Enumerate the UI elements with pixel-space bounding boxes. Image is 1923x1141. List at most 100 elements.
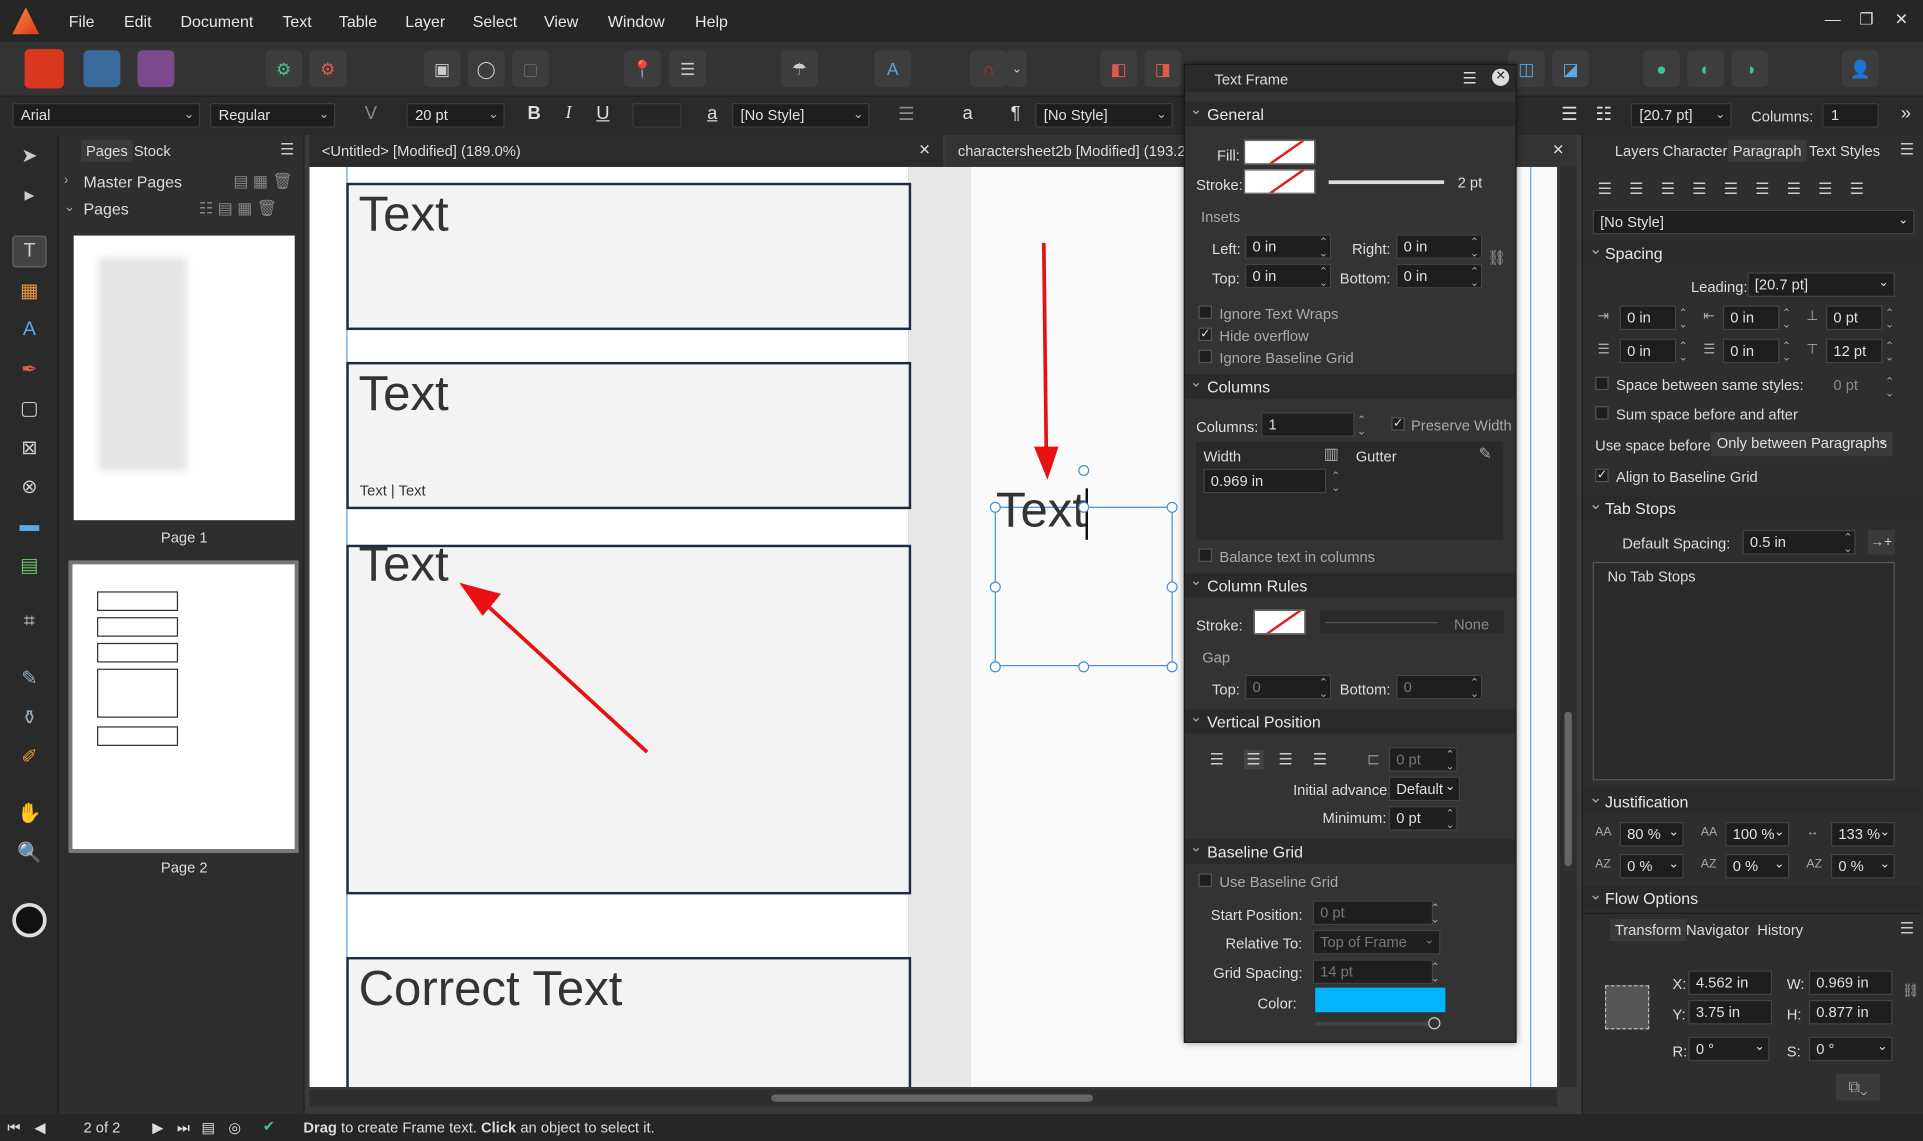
edit-icon[interactable]: ✎ bbox=[1479, 444, 1492, 464]
fill-tool-icon[interactable]: ✎ bbox=[12, 663, 46, 695]
stroke-swatch[interactable] bbox=[1243, 169, 1316, 194]
stepper-icon[interactable]: ⌃ ⌄ bbox=[1885, 340, 1894, 363]
align-right-icon[interactable]: ☰ bbox=[1661, 179, 1693, 197]
first-page-icon[interactable]: ⏮ bbox=[7, 1119, 20, 1137]
w-field[interactable]: 0.969 in bbox=[1808, 970, 1893, 996]
snapping-dropdown-icon[interactable]: ⌄ bbox=[1006, 50, 1027, 88]
initial-advance-dropdown[interactable]: Default ⌄ bbox=[1388, 776, 1461, 802]
section-vertical-position[interactable]: Vertical Position bbox=[1185, 708, 1516, 734]
section-tab-stops[interactable]: Tab Stops bbox=[1582, 494, 1922, 521]
menu-select[interactable]: Select bbox=[473, 12, 517, 30]
section-spacing[interactable]: Spacing bbox=[1582, 239, 1922, 266]
panel-menu-icon[interactable]: ☰ bbox=[1900, 140, 1914, 160]
stepper-icon[interactable]: ⌃ ⌄ bbox=[1782, 307, 1791, 330]
show-special-icon[interactable]: ☂ bbox=[781, 50, 818, 88]
chevron-right-icon[interactable]: › bbox=[64, 173, 69, 188]
align-center-icon[interactable]: ☰ bbox=[1243, 749, 1264, 770]
tab-transform[interactable]: Transform bbox=[1609, 918, 1687, 942]
link-insets-icon[interactable]: ⛓ bbox=[1487, 249, 1506, 266]
align-center-icon[interactable]: ☰ bbox=[1629, 179, 1661, 197]
tab-layers[interactable]: Layers bbox=[1615, 142, 1659, 159]
preserve-width-checkbox[interactable]: ✓ bbox=[1391, 417, 1405, 431]
stepper-icon[interactable]: ⌃ ⌄ bbox=[1470, 677, 1479, 699]
close-icon[interactable]: ✕ bbox=[1492, 68, 1510, 86]
stepper-icon[interactable]: ⌃ ⌄ bbox=[1782, 340, 1791, 363]
add-tab-stop-icon[interactable]: →+ bbox=[1867, 530, 1895, 555]
menu-document[interactable]: Document bbox=[181, 12, 254, 30]
tab-pages[interactable]: Pages bbox=[81, 139, 133, 162]
transparency-tool-icon[interactable]: ⚱ bbox=[12, 702, 46, 734]
bold-icon[interactable]: B bbox=[522, 103, 547, 124]
align-bottom-icon[interactable]: ☰ bbox=[1278, 750, 1292, 770]
rectangle-tool-icon[interactable]: ▢ bbox=[12, 393, 46, 425]
align-baseline-checkbox[interactable]: ✓ bbox=[1595, 468, 1609, 483]
text-color-swatch[interactable] bbox=[632, 103, 682, 128]
justify-center-icon[interactable]: ☰ bbox=[1724, 179, 1756, 197]
indent-right-field[interactable]: 0 in bbox=[1619, 338, 1677, 364]
grid-spacing-field[interactable]: 14 pt bbox=[1312, 959, 1434, 984]
letter-spacing-desired-field[interactable]: 0 % ⌄ bbox=[1725, 853, 1790, 879]
sum-space-checkbox[interactable] bbox=[1595, 406, 1609, 420]
page-1-thumbnail[interactable] bbox=[73, 235, 295, 521]
align-top-icon[interactable]: ☰ bbox=[1210, 750, 1224, 770]
stepper-icon[interactable]: ⌃ ⌄ bbox=[1470, 266, 1479, 288]
letter-spacing-min-field[interactable]: 0 % ⌄ bbox=[1619, 853, 1684, 879]
stepper-icon[interactable]: ⌃ ⌄ bbox=[1357, 414, 1366, 437]
stepper-icon[interactable]: ⌃ ⌄ bbox=[1445, 808, 1454, 831]
character-icon[interactable]: a bbox=[955, 103, 980, 124]
tab-paragraph[interactable]: Paragraph bbox=[1727, 139, 1807, 162]
view-mode-icon[interactable]: ▣ bbox=[423, 50, 461, 88]
baseline-color-swatch[interactable] bbox=[1315, 987, 1446, 1013]
paragraph-style-dropdown[interactable]: [No Style] ⌄ bbox=[1592, 209, 1915, 235]
stepper-icon[interactable]: ⌃ ⌄ bbox=[1470, 236, 1479, 259]
arrange-back-icon[interactable]: ◨ bbox=[1144, 50, 1182, 88]
pilcrow-icon[interactable]: ¶ bbox=[1003, 103, 1028, 124]
use-baseline-grid-checkbox[interactable] bbox=[1198, 873, 1213, 888]
justify-all-icon[interactable]: ☰ bbox=[1787, 179, 1819, 197]
scrollbar-thumb[interactable] bbox=[1564, 711, 1572, 867]
photo-persona-icon[interactable] bbox=[137, 50, 175, 88]
kerning-icon[interactable]: V bbox=[359, 103, 384, 124]
minimize-icon[interactable]: — bbox=[1825, 10, 1841, 28]
color-wheel-icon[interactable] bbox=[12, 902, 47, 938]
tab-stops-list[interactable]: No Tab Stops bbox=[1592, 561, 1895, 781]
word-spacing-max-field[interactable]: 133 % ⌄ bbox=[1830, 822, 1895, 847]
start-position-field[interactable]: 0 pt bbox=[1312, 900, 1434, 926]
shear-field[interactable]: 0 ° ⌄ bbox=[1808, 1036, 1893, 1062]
tab-navigator[interactable]: Navigator bbox=[1686, 921, 1749, 938]
font-size-dropdown[interactable]: 20 pt ⌄ bbox=[406, 103, 505, 128]
bullet-list-icon[interactable]: ☰ bbox=[1557, 103, 1582, 125]
chevron-down-icon[interactable]: ⌄ bbox=[64, 199, 75, 215]
preflight-icon[interactable]: ⚙ bbox=[265, 50, 303, 88]
indent-left-field[interactable]: 0 in bbox=[1619, 305, 1677, 331]
text-wrap-icon[interactable]: ☰ bbox=[669, 50, 707, 88]
section-column-rules[interactable]: Column Rules bbox=[1185, 572, 1516, 598]
boolean-subtract-icon[interactable]: ◐ bbox=[1687, 50, 1725, 88]
stepper-icon[interactable]: ⌃ ⌄ bbox=[1843, 532, 1852, 554]
ignore-baseline-checkbox[interactable] bbox=[1198, 349, 1213, 364]
indent-first-field[interactable]: 0 in bbox=[1722, 305, 1780, 331]
default-spacing-field[interactable]: 0.5 in bbox=[1742, 530, 1856, 555]
font-weight-dropdown[interactable]: Regular ⌄ bbox=[209, 103, 336, 128]
menu-text[interactable]: Text bbox=[282, 12, 311, 30]
space-same-styles-checkbox[interactable] bbox=[1595, 376, 1609, 391]
ignore-text-wraps-checkbox[interactable] bbox=[1198, 305, 1213, 319]
app-logo[interactable] bbox=[12, 7, 40, 35]
text-styles-icon[interactable]: ☰ bbox=[894, 103, 919, 125]
snapping-icon[interactable]: ∩ bbox=[970, 50, 1007, 88]
leading-dropdown[interactable]: [20.7 pt] ⌄ bbox=[1747, 272, 1895, 297]
stepper-icon[interactable]: ⌃ ⌄ bbox=[1885, 307, 1894, 330]
ellipse-frame-tool-icon[interactable]: ⊗ bbox=[12, 471, 46, 503]
leading-dropdown[interactable]: [20.7 pt] ⌄ bbox=[1630, 103, 1732, 128]
section-general[interactable]: General bbox=[1185, 101, 1516, 127]
stepper-icon[interactable]: ⌃ ⌄ bbox=[1319, 677, 1328, 699]
lock-aspect-icon[interactable]: ⛓ bbox=[1902, 983, 1919, 999]
frame-text-icon[interactable]: A bbox=[874, 50, 912, 88]
align-towards-spine-icon[interactable]: ☰ bbox=[1818, 179, 1850, 197]
distribute-icon[interactable]: ◪ bbox=[1552, 50, 1590, 88]
next-page-icon[interactable]: ▶ bbox=[152, 1119, 163, 1136]
node-tool-icon[interactable]: ▸ bbox=[12, 179, 46, 211]
rotation-field[interactable]: 0 ° ⌄ bbox=[1688, 1036, 1770, 1062]
stepper-icon[interactable]: ⌃ ⌄ bbox=[1679, 340, 1688, 363]
tab-character[interactable]: Character bbox=[1663, 142, 1728, 159]
